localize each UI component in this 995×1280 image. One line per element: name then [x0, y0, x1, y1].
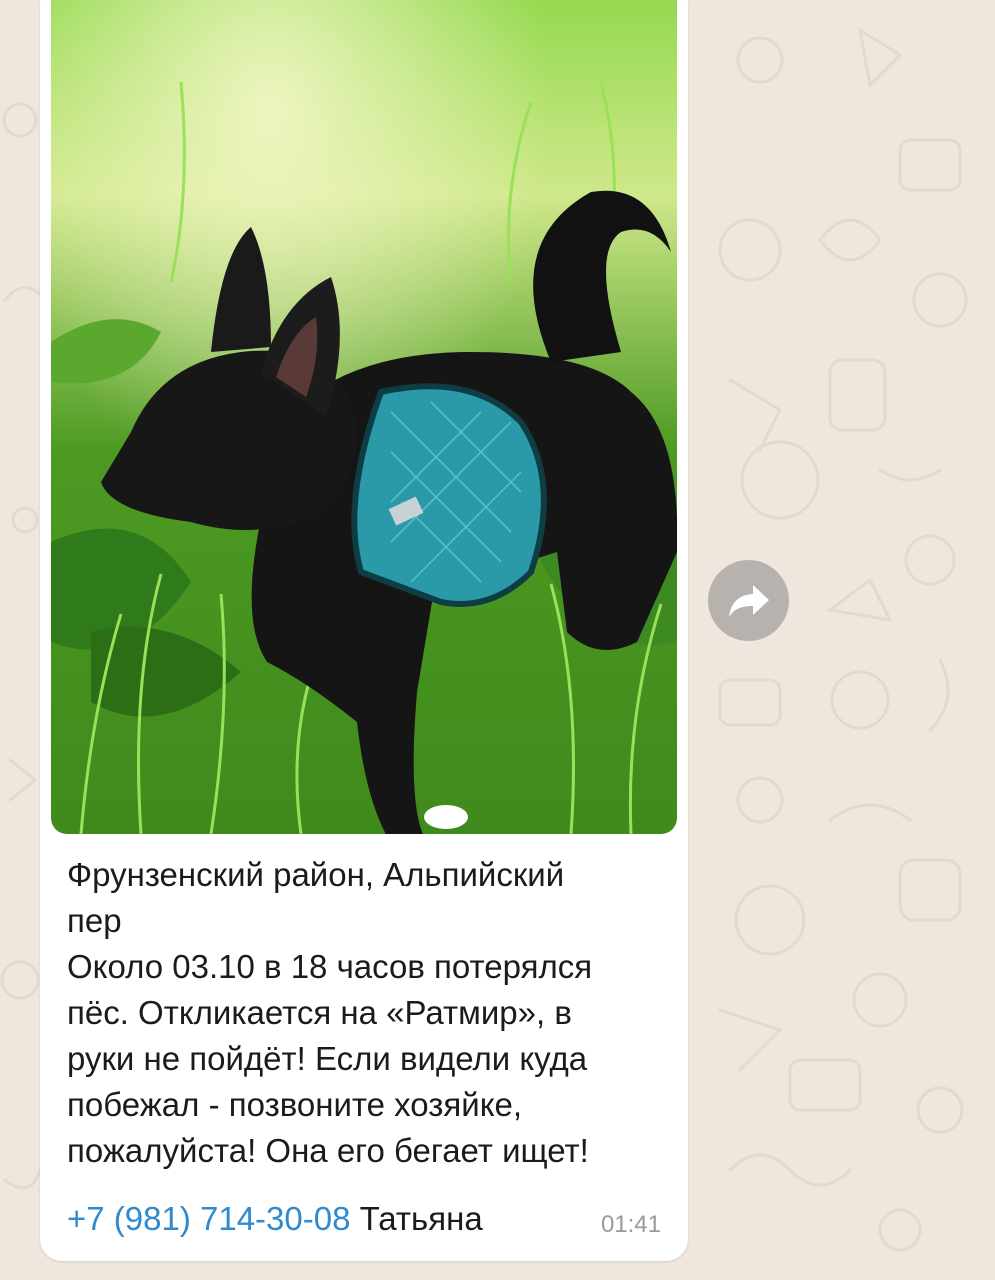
caption-line: руки не пойдёт! Если видели куда: [67, 1040, 588, 1077]
caption-line: Фрунзенский район, Альпийский: [67, 856, 565, 893]
caption-line: пожалуйста! Она его бегает ищет!: [67, 1132, 589, 1169]
message-contact-line: +7 (981) 714-30-08 Татьяна: [67, 1196, 667, 1242]
contact-name: Татьяна: [359, 1200, 483, 1237]
share-button[interactable]: [708, 560, 789, 641]
phone-link[interactable]: +7 (981) 714-30-08: [67, 1200, 350, 1237]
message-time: 01:41: [600, 1211, 661, 1238]
message-bubble[interactable]: Фрунзенский район, Альпийский пер Около …: [40, 0, 688, 1261]
message-caption: Фрунзенский район, Альпийский пер Около …: [67, 852, 667, 1174]
caption-line: Около 03.10 в 18 часов потерялся: [67, 948, 593, 985]
caption-line: пёс. Откликается на «Ратмир», в: [67, 994, 572, 1031]
dog-photo[interactable]: [51, 0, 677, 834]
caption-line: побежал - позвоните хозяйке,: [67, 1086, 523, 1123]
dog-photo-illustration: [51, 0, 677, 834]
forward-arrow-icon: [728, 584, 769, 617]
caption-line: пер: [67, 902, 122, 939]
